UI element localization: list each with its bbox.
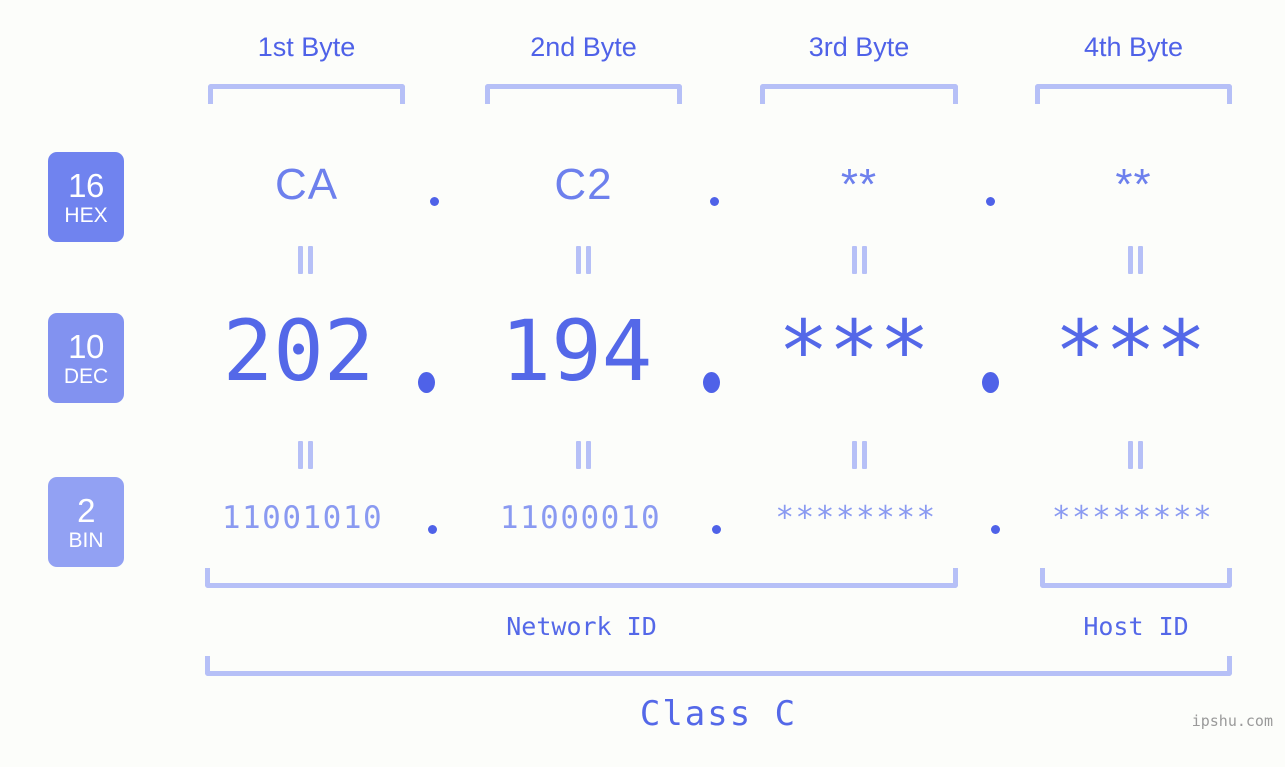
equals-sign-dec-bin-2 [575, 441, 593, 469]
byte-header-1-label: 1st Byte [257, 32, 356, 62]
byte-bracket-2 [485, 84, 682, 104]
hex-byte-2: C2 [554, 160, 613, 209]
network-id-bracket [205, 568, 958, 588]
bin-byte-1: 11001010 [221, 500, 384, 536]
hex-dot-3 [986, 197, 995, 206]
host-id-text: Host ID [1083, 612, 1189, 641]
base-badge-dec-system: DEC [63, 364, 109, 388]
byte-header-2: 2nd Byte [485, 32, 682, 63]
byte-header-4-label: 4th Byte [1083, 32, 1184, 62]
equals-sign-hex-dec-2 [575, 246, 593, 274]
class-text: Class C [639, 694, 798, 734]
equals-sign-hex-dec-1 [297, 246, 315, 274]
host-id-label: Host ID [1040, 612, 1232, 641]
byte-header-3: 3rd Byte [760, 32, 958, 63]
hex-byte-1: CA [274, 160, 339, 209]
dec-byte-1: 202 [222, 302, 375, 400]
hex-dot-1 [430, 197, 439, 206]
bin-dot-2 [712, 525, 721, 534]
bin-byte-2: 11000010 [499, 500, 662, 536]
dec-dot-3 [982, 372, 999, 393]
network-id-label: Network ID [205, 612, 958, 641]
network-id-text: Network ID [506, 612, 657, 641]
byte-header-1: 1st Byte [208, 32, 405, 63]
base-badge-bin-number: 2 [77, 491, 95, 529]
base-badge-hex-system: HEX [64, 203, 108, 227]
dec-byte-4: *** [1054, 302, 1207, 400]
bin-byte-3: ******** [775, 500, 937, 536]
host-id-bracket [1040, 568, 1232, 588]
hex-byte-4: ** [1115, 160, 1152, 209]
byte-header-4: 4th Byte [1035, 32, 1232, 63]
dec-dot-1 [418, 372, 435, 393]
byte-bracket-3 [760, 84, 958, 104]
hex-dot-2 [710, 197, 719, 206]
byte-bracket-1 [208, 84, 405, 104]
bin-dot-3 [991, 525, 1000, 534]
byte-header-3-label: 3rd Byte [808, 32, 910, 62]
dec-byte-2: 194 [500, 302, 653, 400]
equals-sign-hex-dec-3 [851, 246, 869, 274]
byte-header-2-label: 2nd Byte [530, 32, 637, 62]
dec-dot-2 [703, 372, 720, 393]
base-badge-bin: 2 BIN [48, 477, 124, 567]
base-badge-bin-system: BIN [68, 528, 104, 552]
equals-sign-hex-dec-4 [1127, 246, 1145, 274]
byte-bracket-4 [1035, 84, 1232, 104]
class-bracket [205, 656, 1232, 676]
base-badge-dec: 10 DEC [48, 313, 124, 403]
hex-byte-3: ** [840, 160, 878, 209]
watermark: ipshu.com [1191, 712, 1273, 730]
bin-dot-1 [428, 525, 437, 534]
base-badge-hex: 16 HEX [48, 152, 124, 242]
equals-sign-dec-bin-4 [1127, 441, 1145, 469]
bin-byte-4: ******** [1051, 500, 1214, 536]
dec-byte-3: *** [778, 302, 930, 400]
ip-address-breakdown-diagram: 1st Byte 2nd Byte 3rd Byte 4th Byte 16 H… [0, 0, 1285, 767]
base-badge-dec-number: 10 [68, 327, 104, 365]
base-badge-hex-number: 16 [68, 166, 104, 204]
equals-sign-dec-bin-1 [297, 441, 315, 469]
equals-sign-dec-bin-3 [851, 441, 869, 469]
class-label: Class C [205, 694, 1232, 734]
